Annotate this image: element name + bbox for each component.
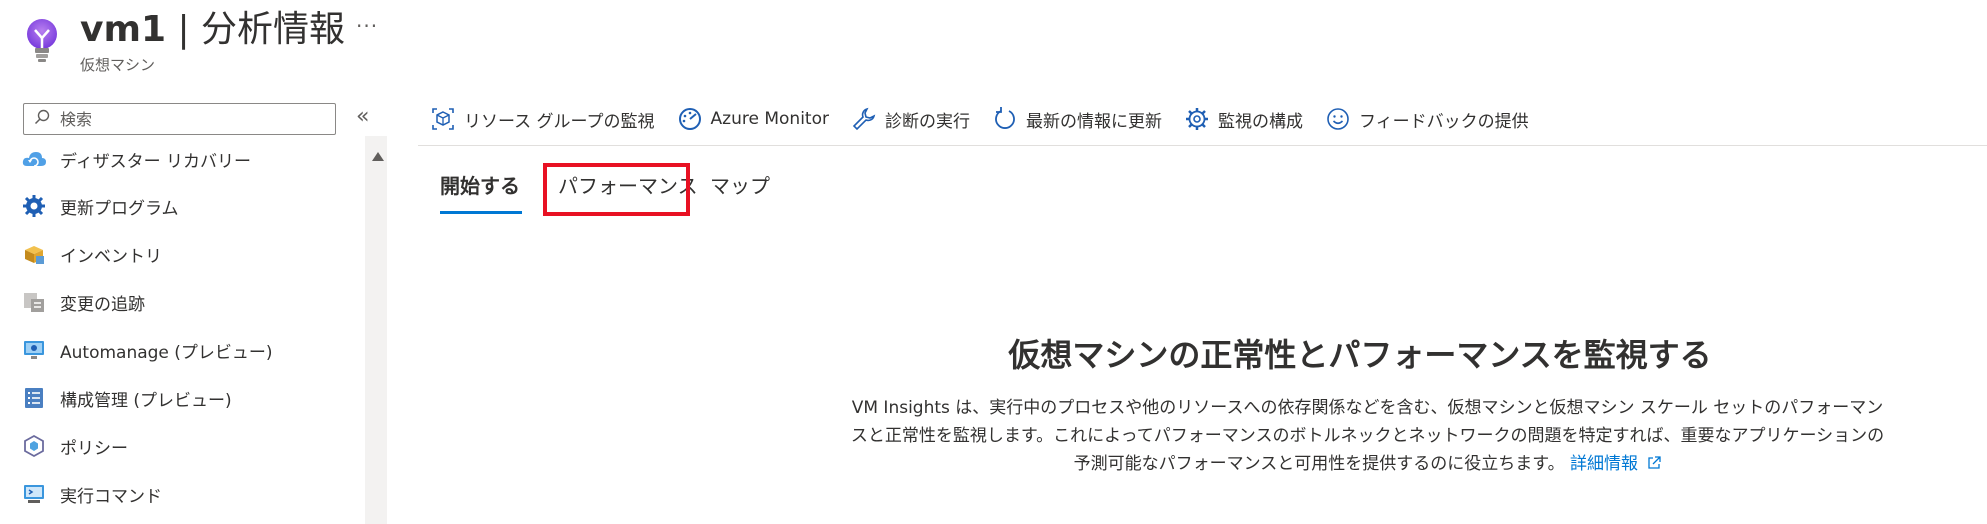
toolbar-item-label: Azure Monitor [710, 109, 829, 129]
active-tab-indicator [440, 211, 522, 214]
config-checklist-icon [20, 384, 48, 412]
page-title: vm1 | 分析情報 [80, 6, 345, 54]
learn-more-label: 詳細情報 [1569, 454, 1638, 474]
external-link-icon [1643, 454, 1662, 474]
search-input[interactable] [58, 108, 322, 130]
sidebar-item-label: 実行コマンド [60, 486, 162, 507]
command-toolbar: リソース グループの監視 Azure Monitor 診断の実行 最新の情報に更… [430, 100, 1551, 138]
run-command-icon [20, 480, 48, 508]
sidebar-item-configuration-management[interactable]: 構成管理 (プレビュー) [20, 374, 360, 422]
refresh-button[interactable]: 最新の情報に更新 [992, 106, 1162, 132]
description-text: VM Insights は、実行中のプロセスや他のリソースへの依存関係などを含む… [850, 398, 1885, 474]
toolbar-item-label: 監視の構成 [1217, 111, 1303, 132]
configure-monitoring-button[interactable]: 監視の構成 [1184, 106, 1303, 132]
sidebar-item-label: 構成管理 (プレビュー) [60, 390, 232, 411]
toolbar-item-label: フィードバックの提供 [1358, 111, 1529, 132]
policy-hexagon-icon [20, 432, 48, 460]
learn-more-link[interactable]: 詳細情報 [1569, 454, 1662, 474]
sidebar-scrollbar[interactable] [365, 136, 387, 524]
sidebar-item-disaster-recovery[interactable]: ディザスター リカバリー [20, 135, 360, 183]
smiley-icon [1325, 106, 1351, 132]
main-description: VM Insights は、実行中のプロセスや他のリソースへの依存関係などを含む… [845, 394, 1890, 478]
azure-monitor-icon [677, 106, 703, 132]
sidebar-item-label: ポリシー [60, 438, 128, 459]
sidebar-item-run-command[interactable]: 実行コマンド [20, 470, 360, 518]
scroll-up-arrow-icon[interactable] [372, 152, 384, 161]
gear-update-icon [20, 192, 48, 220]
main-heading: 仮想マシンの正常性とパフォーマンスを監視する [1008, 336, 1712, 374]
more-options-button[interactable]: ··· [356, 14, 378, 38]
automanage-monitor-icon [20, 336, 48, 364]
sidebar-item-automanage[interactable]: Automanage (プレビュー) [20, 326, 360, 374]
resource-group-icon [430, 106, 456, 132]
azure-monitor-button[interactable]: Azure Monitor [677, 106, 829, 132]
sidebar-item-updates[interactable]: 更新プログラム [20, 182, 360, 230]
change-tracking-icon [20, 288, 48, 316]
sidebar-item-label: ディザスター リカバリー [60, 151, 252, 172]
sidebar-item-change-tracking[interactable]: 変更の追跡 [20, 278, 360, 326]
sidebar-item-label: インベントリ [60, 246, 162, 267]
wrench-icon [851, 106, 877, 132]
insights-lightbulb-icon [22, 16, 62, 66]
toolbar-item-label: リソース グループの監視 [464, 111, 655, 132]
toolbar-item-label: 最新の情報に更新 [1025, 111, 1162, 132]
tab-get-started[interactable]: 開始する [440, 170, 520, 199]
toolbar-item-label: 診断の実行 [884, 111, 970, 132]
tab-highlight-box [543, 163, 690, 216]
search-icon [34, 109, 50, 129]
collapse-sidebar-button[interactable]: « [356, 104, 369, 129]
vm-name: vm1 [80, 9, 167, 50]
sidebar-item-inventory[interactable]: インベントリ [20, 230, 360, 278]
sidebar-item-label: 更新プログラム [60, 198, 179, 219]
feedback-button[interactable]: フィードバックの提供 [1325, 106, 1529, 132]
page-name: 分析情報 [201, 9, 346, 50]
sidebar-item-label: 変更の追跡 [60, 294, 145, 315]
sidebar-search-box[interactable] [23, 103, 336, 135]
sidebar-item-label: Automanage (プレビュー) [60, 342, 273, 363]
run-diagnostics-button[interactable]: 診断の実行 [851, 106, 970, 132]
refresh-icon [992, 106, 1018, 132]
title-separator: | [166, 9, 202, 50]
monitor-resource-group-button[interactable]: リソース グループの監視 [430, 106, 655, 132]
sidebar-item-policy[interactable]: ポリシー [20, 422, 360, 470]
resource-type-subtitle: 仮想マシン [80, 56, 156, 74]
tab-map[interactable]: マップ [710, 170, 770, 199]
toolbar-divider [418, 145, 1987, 146]
gear-icon [1184, 106, 1210, 132]
inventory-box-icon [20, 240, 48, 268]
cloud-recovery-icon [20, 145, 48, 173]
